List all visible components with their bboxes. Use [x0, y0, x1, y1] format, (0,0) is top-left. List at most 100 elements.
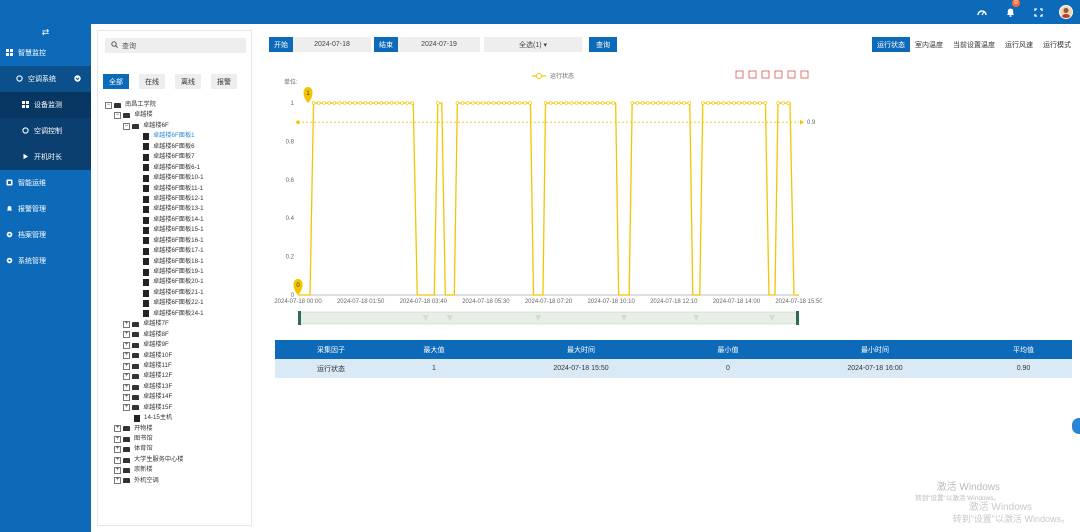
- data-point: [758, 101, 762, 105]
- end-date-input[interactable]: 2024-07-19: [398, 37, 480, 52]
- tab-run-mode[interactable]: 运行模式: [1038, 37, 1076, 52]
- dashboard-icon[interactable]: [968, 0, 996, 24]
- collapse-icon[interactable]: −: [114, 112, 121, 120]
- tree-node[interactable]: 卓越楼6F面板15-1: [105, 225, 204, 235]
- sidebar-item-ac-system[interactable]: 空调系统: [0, 66, 91, 92]
- expand-icon[interactable]: +: [114, 446, 121, 454]
- expand-icon[interactable]: +: [123, 383, 130, 391]
- bell-icon: [6, 205, 13, 214]
- expand-icon[interactable]: +: [114, 456, 121, 464]
- tree-node[interactable]: 卓越楼6F面板1: [105, 131, 204, 141]
- tree-node[interactable]: 14-15主机: [105, 413, 204, 423]
- filter-offline-button[interactable]: 离线: [175, 74, 201, 89]
- tree-node[interactable]: + 卓越楼11F: [105, 361, 204, 371]
- expand-icon[interactable]: +: [123, 373, 130, 381]
- user-avatar-button[interactable]: [1052, 0, 1080, 24]
- folder-icon: [132, 405, 139, 411]
- tree-node[interactable]: 卓越楼6F面板17-1: [105, 246, 204, 256]
- sidebar-item-runtime[interactable]: 开机时长: [0, 144, 91, 170]
- tree-node[interactable]: 卓越楼6F面板16-1: [105, 236, 204, 246]
- expand-icon[interactable]: +: [123, 331, 130, 339]
- collapse-icon[interactable]: −: [105, 101, 112, 109]
- expand-icon[interactable]: +: [123, 320, 130, 328]
- tree-node[interactable]: + 卓越楼13F: [105, 382, 204, 392]
- tree-node[interactable]: + 卓越楼9F: [105, 340, 204, 350]
- data-point: [656, 101, 660, 105]
- start-date-input[interactable]: 2024-07-18: [293, 37, 371, 52]
- tree-node[interactable]: + 卓越楼10F: [105, 351, 204, 361]
- filter-alarm-button[interactable]: 报警: [211, 74, 237, 89]
- tree-node[interactable]: 卓越楼6F面板21-1: [105, 288, 204, 298]
- sidebar-item-alarm[interactable]: 报警管理: [0, 196, 91, 222]
- tree-node[interactable]: + 开物楼: [105, 424, 204, 434]
- expand-icon[interactable]: +: [114, 435, 121, 443]
- fullscreen-icon[interactable]: [1024, 0, 1052, 24]
- search-input[interactable]: 查询: [105, 38, 246, 53]
- tree-node[interactable]: 卓越楼6F面板14-1: [105, 215, 204, 225]
- tree-node[interactable]: 卓越楼6F面板7: [105, 152, 204, 162]
- bell-icon[interactable]: 0: [996, 0, 1024, 24]
- expand-icon[interactable]: +: [123, 352, 130, 360]
- tree-node[interactable]: + 体育馆: [105, 444, 204, 454]
- tree-node[interactable]: + 外机空调: [105, 476, 204, 486]
- expand-icon[interactable]: +: [114, 467, 121, 475]
- tree-node[interactable]: + 大学生服务中心楼: [105, 455, 204, 465]
- tab-run-status[interactable]: 运行状态: [872, 37, 910, 52]
- tree-node[interactable]: 卓越楼6F面板10-1: [105, 173, 204, 183]
- tree-node[interactable]: 卓越楼6F面板18-1: [105, 257, 204, 267]
- tree-node[interactable]: + 卓越楼12F: [105, 371, 204, 381]
- sidebar-item-archive[interactable]: 档案管理: [0, 222, 91, 248]
- sidebar-item-system[interactable]: 系统管理: [0, 248, 91, 274]
- expand-icon[interactable]: +: [123, 404, 130, 412]
- sidebar-item-device-monitor[interactable]: 设备监测: [0, 92, 91, 118]
- expand-icon[interactable]: +: [114, 425, 121, 433]
- tree-node[interactable]: 卓越楼6F面板22-1: [105, 298, 204, 308]
- tree-node[interactable]: − 卓越楼: [105, 110, 204, 120]
- filter-online-button[interactable]: 在线: [139, 74, 165, 89]
- expand-icon[interactable]: +: [123, 341, 130, 349]
- sidebar-item-smart-ops[interactable]: 智能运维: [0, 170, 91, 196]
- sidebar-item-smart-monitor[interactable]: 智慧监控: [0, 40, 91, 66]
- sidebar-item-label: 档案管理: [18, 232, 46, 239]
- tree-node[interactable]: 卓越楼6F面板13-1: [105, 204, 204, 214]
- query-button[interactable]: 查询: [589, 37, 617, 52]
- tree-node[interactable]: 卓越楼6F面板12-1: [105, 194, 204, 204]
- tree-node[interactable]: 卓越楼6F面板19-1: [105, 267, 204, 277]
- data-point: [716, 101, 721, 105]
- data-point: [343, 101, 347, 105]
- file-icon: [134, 414, 140, 422]
- run-status-chart[interactable]: 单位:运行状态00.20.40.60.812024-07-18 00:00 202…: [262, 66, 823, 336]
- expand-icon[interactable]: +: [123, 393, 130, 401]
- sidebar-toggle-icon[interactable]: ⇄: [0, 24, 91, 40]
- folder-icon: [114, 102, 121, 108]
- tree-node[interactable]: − 南昌工学院: [105, 100, 204, 110]
- tab-fan-speed[interactable]: 运行风速: [1000, 37, 1038, 52]
- tree-node[interactable]: 卓越楼6F面板20-1: [105, 277, 204, 287]
- device-select[interactable]: 全选(1) ▾: [484, 37, 582, 52]
- tree-node[interactable]: + 卓越楼14F: [105, 392, 204, 402]
- tree-node[interactable]: + 卓越楼15F: [105, 403, 204, 413]
- expand-icon[interactable]: +: [123, 362, 130, 370]
- tree-node[interactable]: + 卓越楼7F: [105, 319, 204, 329]
- tree-node-label: 卓越楼6F面板16-1: [153, 236, 204, 244]
- tree-node[interactable]: 卓越楼6F面板6: [105, 142, 204, 152]
- sidebar-item-label: 报警管理: [18, 206, 46, 213]
- tab-set-temp[interactable]: 当前设置温度: [948, 37, 1000, 52]
- tab-indoor-temp[interactable]: 室内温度: [910, 37, 948, 52]
- tree-node[interactable]: + 卓越楼8F: [105, 330, 204, 340]
- tree-node[interactable]: + 图书馆: [105, 434, 204, 444]
- x-tick-label: 2024-07-18 12:10: [650, 299, 698, 305]
- tree-node[interactable]: 卓越楼6F面板11-1: [105, 184, 204, 194]
- filter-all-button[interactable]: 全部: [103, 74, 129, 89]
- sidebar-item-ac-control[interactable]: 空调控制: [0, 118, 91, 144]
- tree-node[interactable]: 卓越楼6F面板6-1: [105, 163, 204, 173]
- expand-icon[interactable]: +: [114, 477, 121, 485]
- tree-node[interactable]: + 崇新楼: [105, 465, 204, 475]
- collapse-icon[interactable]: −: [123, 122, 130, 130]
- average-label: 0.9: [807, 120, 816, 126]
- table-cell: 运行状态: [317, 365, 345, 373]
- tree-node[interactable]: − 卓越楼6F: [105, 121, 204, 131]
- side-float-button[interactable]: [1072, 418, 1080, 434]
- table-header: 平均值: [1013, 346, 1034, 354]
- tree-node[interactable]: 卓越楼6F面板24-1: [105, 309, 204, 319]
